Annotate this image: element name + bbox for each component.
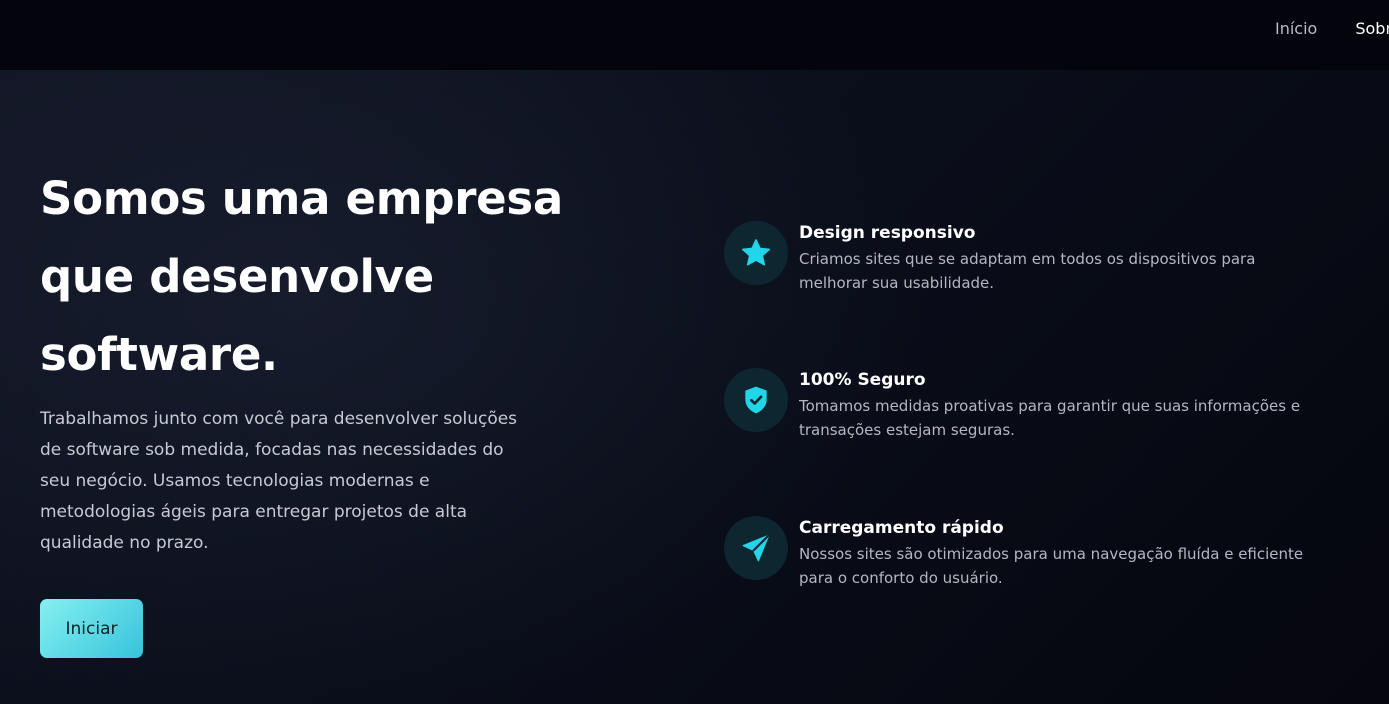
- feature-description: Tomamos medidas proativas para garantir …: [799, 397, 1301, 439]
- feature-icon-circle: [724, 516, 788, 580]
- hero-title: Somos uma empresa que desenvolve softwar…: [40, 172, 563, 381]
- nav-link-inicio[interactable]: Início: [1275, 19, 1317, 39]
- feature-seguro: 100% Seguro Tomamos medidas proativas pa…: [724, 368, 1324, 448]
- feature-carregamento-rapido: Carregamento rápido Nossos sites são oti…: [724, 516, 1324, 596]
- feature-title: Carregamento rápido: [799, 518, 1004, 538]
- shield-check-icon: [745, 386, 767, 414]
- hero-description: Trabalhamos junto com você para desenvol…: [40, 409, 518, 553]
- star-icon: [742, 239, 770, 266]
- nav-link-sobre[interactable]: Sobre: [1355, 19, 1389, 39]
- feature-design-responsivo: Design responsivo Criamos sites que se a…: [724, 221, 1324, 301]
- top-navbar: Início Sobre: [0, 0, 1389, 70]
- start-button[interactable]: Iniciar: [40, 599, 143, 658]
- paper-plane-icon: [742, 534, 770, 562]
- feature-title: 100% Seguro: [799, 370, 926, 390]
- feature-description: Criamos sites que se adaptam em todos os…: [799, 250, 1256, 292]
- landing-page: Início Sobre Somos uma empresa que desenv…: [0, 0, 1389, 704]
- feature-description: Nossos sites são otimizados para uma nav…: [799, 545, 1304, 587]
- main-nav: Início Sobre: [1275, 19, 1389, 39]
- feature-icon-circle: [724, 368, 788, 432]
- feature-icon-circle: [724, 221, 788, 285]
- feature-title: Design responsivo: [799, 223, 976, 243]
